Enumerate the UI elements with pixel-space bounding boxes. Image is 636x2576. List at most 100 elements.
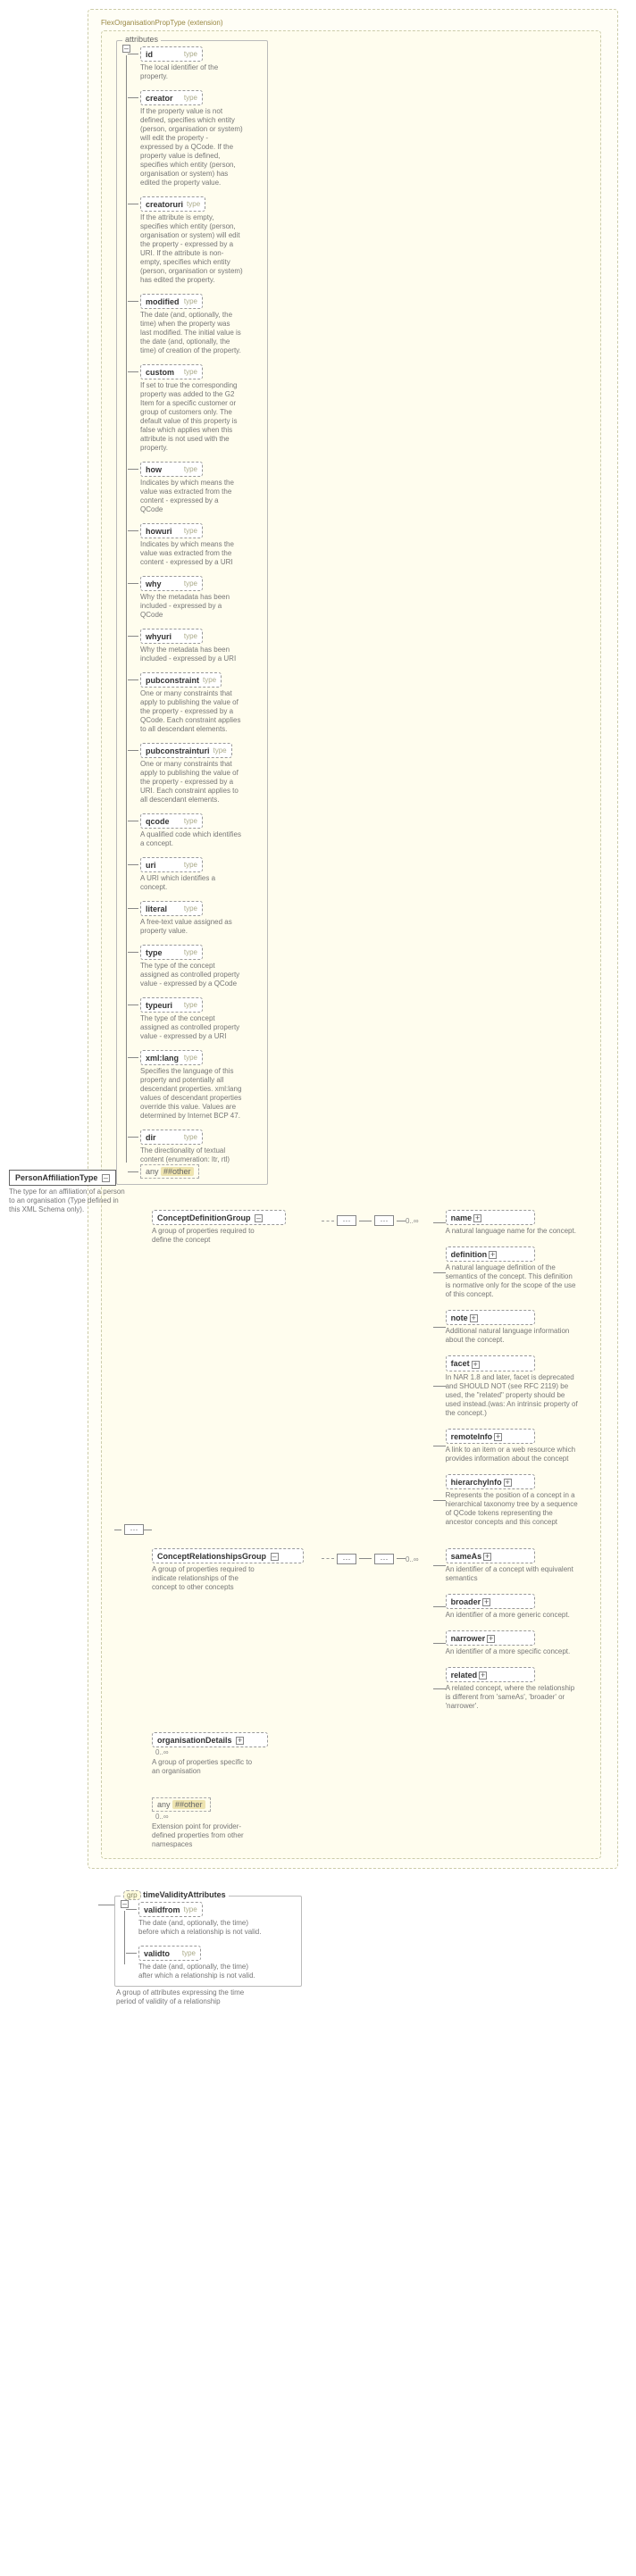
time-validity-desc: A group of attributes expressing the tim… xyxy=(116,1988,259,2006)
plus-icon[interactable]: + xyxy=(504,1479,512,1487)
minus-icon[interactable]: – xyxy=(122,45,130,53)
attribute-desc: The date (and, optionally, the time) aft… xyxy=(138,1963,264,1980)
child-name: name+A natural language name for the con… xyxy=(433,1210,580,1236)
choice-icon xyxy=(374,1554,394,1564)
attribute-box: whyuritype xyxy=(140,629,203,644)
sequence-icon xyxy=(124,1524,144,1535)
attribute-desc: Indicates by which means the value was e… xyxy=(140,479,243,514)
attribute-id: idtypeThe local identifier of the proper… xyxy=(140,46,260,81)
attribute-whyuri: whyuritype Why the metadata has been incl… xyxy=(140,629,260,663)
element-desc: Additional natural language information … xyxy=(446,1327,580,1345)
plus-icon[interactable]: + xyxy=(236,1737,244,1745)
element-desc: A related concept, where the relationshi… xyxy=(446,1684,580,1711)
attribute-desc: Why the metadata has been included - exp… xyxy=(140,646,243,663)
attribute-box: howuritype xyxy=(140,523,203,538)
plus-icon[interactable]: + xyxy=(479,1671,487,1680)
attribute-box: howtype xyxy=(140,462,203,477)
any-attr-row: any ##other xyxy=(140,1164,260,1179)
element-box: sameAs+ xyxy=(446,1548,535,1563)
child-remoteinfo: remoteInfo+A link to an item or a web re… xyxy=(433,1429,580,1463)
plus-icon[interactable]: + xyxy=(472,1361,480,1369)
plus-icon[interactable]: + xyxy=(483,1553,491,1561)
attribute-box: uritype xyxy=(140,857,203,872)
any-other-element: any ##other xyxy=(152,1797,211,1812)
element-desc: Represents the position of a concept in … xyxy=(446,1491,580,1527)
attribute-box: literaltype xyxy=(140,901,203,916)
attribute-desc: A URI which identifies a concept. xyxy=(140,874,243,892)
attribute-box: dirtype xyxy=(140,1130,203,1145)
attribute-validto: validtotype The date (and, optionally, th… xyxy=(138,1946,294,1980)
attribute-creatoruri: creatoruritypeIf the attribute is empty,… xyxy=(140,196,260,285)
attribute-box: validfromtype xyxy=(138,1902,203,1917)
extension-point-desc: Extension point for provider-defined pro… xyxy=(152,1822,255,1849)
plus-icon[interactable]: + xyxy=(482,1598,490,1606)
plus-icon[interactable]: + xyxy=(470,1314,478,1322)
attribute-typeuri: typeuritypeThe type of the concept assig… xyxy=(140,997,260,1041)
attribute-box: idtype xyxy=(140,46,203,62)
element-desc: A link to an item or a web resource whic… xyxy=(446,1446,580,1463)
attribute-desc: The date (and, optionally, the time) bef… xyxy=(138,1919,264,1937)
attribute-xml-lang: xml:langtypeSpecifies the language of th… xyxy=(140,1050,260,1121)
element-box: narrower+ xyxy=(446,1630,535,1646)
minus-icon[interactable]: – xyxy=(121,1900,129,1908)
minus-icon[interactable]: – xyxy=(102,1174,110,1182)
extension-title: FlexOrganisationPropType (extension) xyxy=(101,19,608,27)
attribute-creator: creatortype If the property value is not … xyxy=(140,90,260,188)
element-desc: In NAR 1.8 and later, facet is deprecate… xyxy=(446,1373,580,1418)
element-box: facet+ xyxy=(446,1355,535,1371)
attribute-desc: The type of the concept assigned as cont… xyxy=(140,1014,243,1041)
organisation-details-desc: A group of properties specific to an org… xyxy=(152,1758,255,1776)
attribute-box: pubconstrainttype xyxy=(140,672,222,688)
time-validity-section: – grp timeValidityAttributes validfromty… xyxy=(98,1896,627,1987)
concept-relationships-group-desc: A group of properties required to indica… xyxy=(152,1565,255,1592)
extension-frame: FlexOrganisationPropType (extension) – a… xyxy=(88,9,618,1869)
attribute-desc: The directionality of textual content (e… xyxy=(140,1146,243,1164)
attribute-desc: The date (and, optionally, the time) whe… xyxy=(140,311,243,355)
concept-definition-group-desc: A group of properties required to define… xyxy=(152,1227,255,1245)
plus-icon[interactable]: + xyxy=(473,1214,481,1222)
attribute-modified: modifiedtypeThe date (and, optionally, t… xyxy=(140,294,260,355)
plus-icon[interactable]: + xyxy=(494,1433,502,1441)
attribute-uri: uritype A URI which identifies a concept. xyxy=(140,857,260,892)
concept-definition-group-section: ConceptDefinitionGroup – A group of prop… xyxy=(152,1210,591,1527)
choice-icon xyxy=(374,1215,394,1226)
concept-relationships-group-box: ConceptRelationshipsGroup – xyxy=(152,1548,304,1563)
sequence-icon xyxy=(337,1215,356,1226)
attribute-desc: A qualified code which identifies a conc… xyxy=(140,830,243,848)
attribute-box: xml:langtype xyxy=(140,1050,203,1065)
child-note: note+Additional natural language informa… xyxy=(433,1310,580,1345)
concept-definition-group-box: ConceptDefinitionGroup – xyxy=(152,1210,286,1225)
minus-icon[interactable]: – xyxy=(271,1553,279,1561)
flex-attributes-frame: – attributes idtypeThe local identifier … xyxy=(116,40,268,1185)
plus-icon[interactable]: + xyxy=(489,1251,497,1259)
attribute-box: whytype xyxy=(140,576,203,591)
attribute-dir: dirtypeThe directionality of textual con… xyxy=(140,1130,260,1164)
attribute-howuri: howuritypeIndicates by which means the v… xyxy=(140,523,260,567)
attribute-desc: One or many constraints that apply to pu… xyxy=(140,760,243,804)
minus-icon[interactable]: – xyxy=(255,1214,263,1222)
attribute-desc: Why the metadata has been included - exp… xyxy=(140,593,243,620)
time-validity-title: grp timeValidityAttributes xyxy=(121,1890,229,1900)
element-desc: A natural language name for the concept. xyxy=(446,1227,576,1236)
attribute-custom: customtype If set to true the correspondi… xyxy=(140,364,260,453)
attribute-type: typetypeThe type of the concept assigned… xyxy=(140,945,260,988)
attribute-box: creatortype xyxy=(140,90,203,105)
element-box: broader+ xyxy=(446,1594,535,1609)
attribute-qcode: qcodetypeA qualified code which identifi… xyxy=(140,813,260,848)
extension-point-section: any ##other 0..∞ Extension point for pro… xyxy=(152,1797,591,1849)
attribute-box: typeuritype xyxy=(140,997,203,1013)
attribute-box: typetype xyxy=(140,945,203,960)
time-validity-frame: – grp timeValidityAttributes validfromty… xyxy=(114,1896,302,1987)
child-hierarchyinfo: hierarchyInfo+Represents the position of… xyxy=(433,1474,580,1527)
inner-frame: – attributes idtypeThe local identifier … xyxy=(101,30,601,1859)
child-definition: definition+A natural language definition… xyxy=(433,1246,580,1299)
person-affiliation-type-box: PersonAffiliationType – xyxy=(9,1170,116,1186)
plus-icon[interactable]: + xyxy=(487,1635,495,1643)
attribute-box: validtotype xyxy=(138,1946,201,1961)
attribute-desc: If set to true the corresponding propert… xyxy=(140,381,243,453)
attribute-desc: If the property value is not defined, sp… xyxy=(140,107,243,188)
attribute-why: whytype Why the metadata has been include… xyxy=(140,576,260,620)
attribute-box: customtype xyxy=(140,364,203,379)
attribute-desc: A free-text value assigned as property v… xyxy=(140,918,243,936)
attribute-pubconstraint: pubconstrainttypeOne or many constraints… xyxy=(140,672,260,734)
